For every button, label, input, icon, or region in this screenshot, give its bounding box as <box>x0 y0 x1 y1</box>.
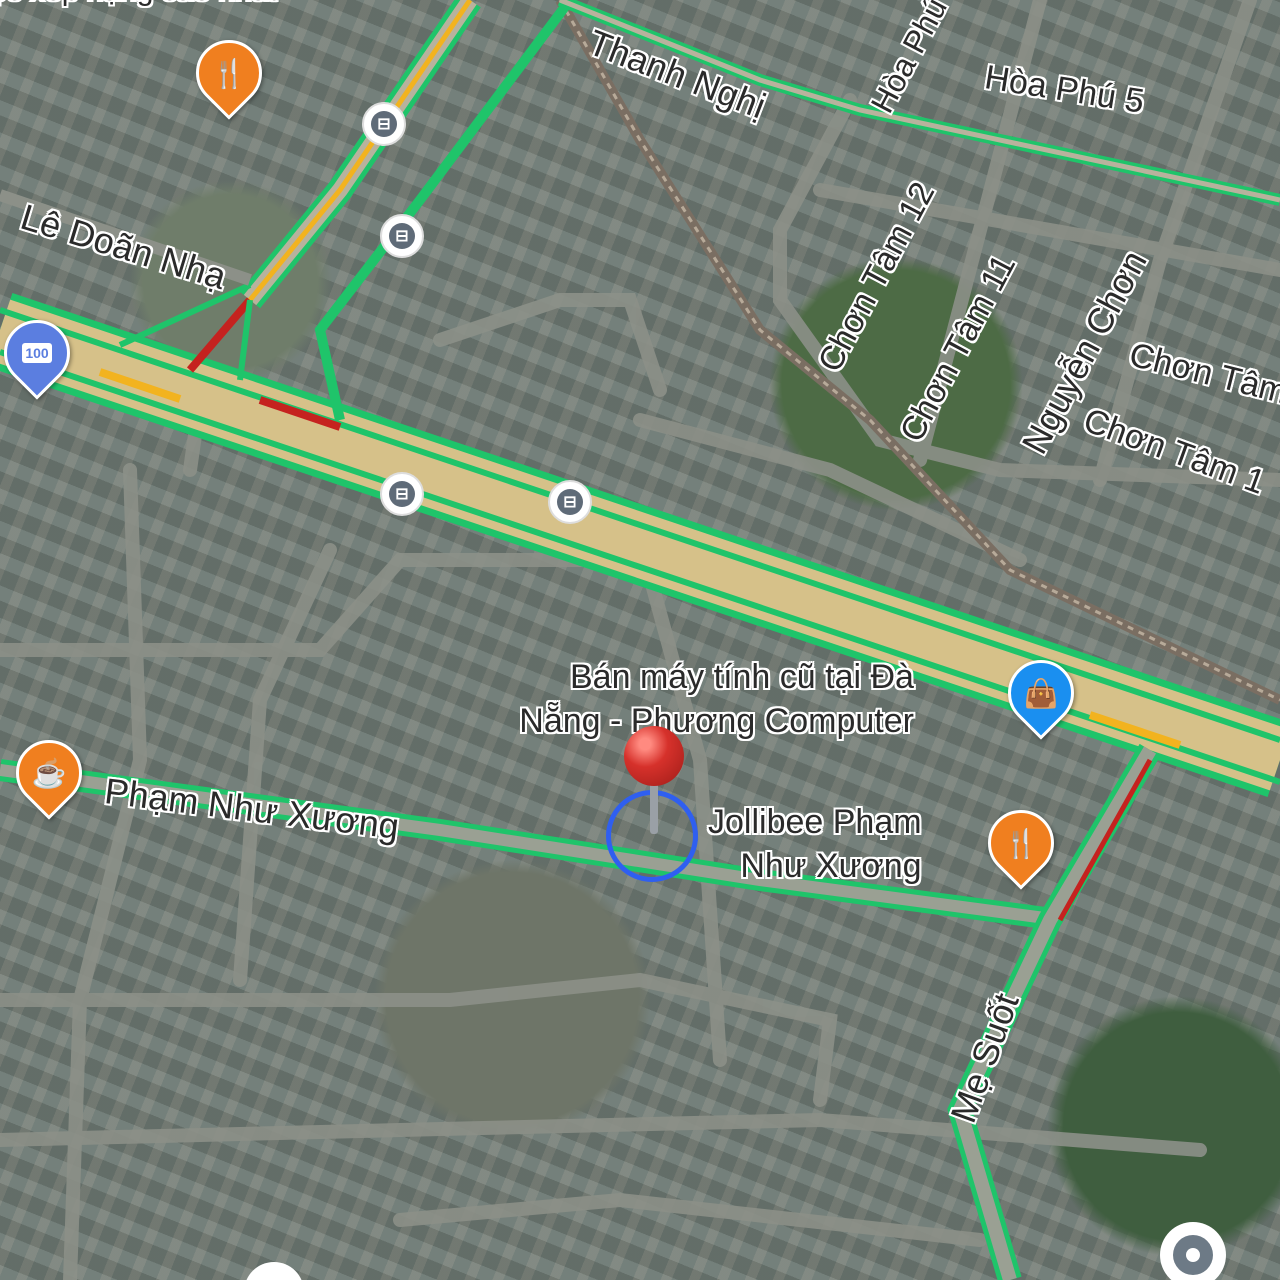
place-marker-bottom-right[interactable] <box>1160 1222 1226 1280</box>
restaurant-icon: 🍴 <box>211 57 247 89</box>
bus-stop-marker-1[interactable]: ⊟ <box>362 102 406 146</box>
place-label-jollibee[interactable]: Jollibee Phạm Như Xương <box>708 800 922 888</box>
place-label-computer-shop-line2: Nẵng - Phương Computer <box>519 702 914 740</box>
bus-stop-marker-2[interactable]: ⊟ <box>380 214 424 258</box>
bus-stop-icon: ⊟ <box>389 223 415 249</box>
road-layer <box>0 0 1280 1280</box>
place-label-jollibee-line1: Jollibee Phạm <box>708 803 922 841</box>
atm-icon: 100 <box>7 323 67 383</box>
place-label-computer-shop[interactable]: Bán máy tính cũ tại Đà Nẵng - Phương Com… <box>500 655 914 743</box>
bus-stop-icon: ⊟ <box>557 489 583 515</box>
bus-stop-marker-4[interactable]: ⊟ <box>548 480 592 524</box>
map-canvas[interactable]: ộc xếp hạng cao nhất Lê Doãn Nhạ Thanh N… <box>0 0 1280 1280</box>
shopping-bag-icon: 👜 <box>1023 677 1059 709</box>
road-label-top-partial: ộc xếp hạng cao nhất <box>0 0 277 8</box>
place-label-jollibee-line2: Như Xương <box>740 847 922 885</box>
bus-stop-icon: ⊟ <box>389 481 415 507</box>
location-dot-icon <box>1173 1235 1213 1275</box>
dropped-pin-marker[interactable] <box>624 726 684 836</box>
cafe-icon: ☕ <box>31 757 67 789</box>
bus-stop-marker-3[interactable]: ⊟ <box>380 472 424 516</box>
dropped-pin-icon <box>624 726 684 786</box>
bus-stop-icon: ⊟ <box>371 111 397 137</box>
place-label-computer-shop-line1: Bán máy tính cũ tại Đà <box>570 658 914 696</box>
restaurant-icon: 🍴 <box>1003 827 1039 859</box>
atm-label: 100 <box>22 343 52 363</box>
